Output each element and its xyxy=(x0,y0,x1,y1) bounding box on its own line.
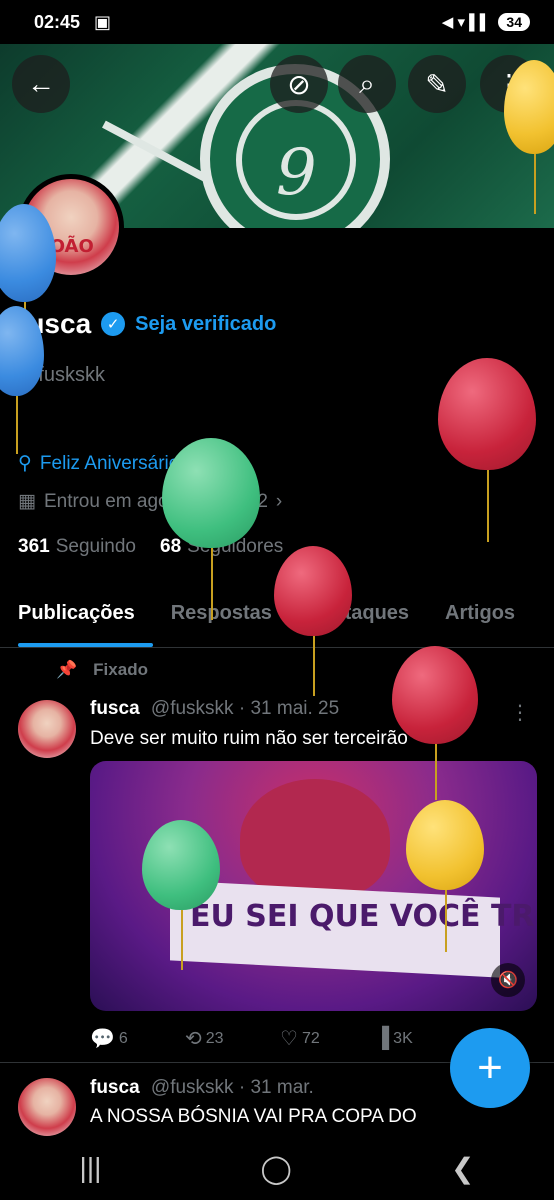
views-count: 3K xyxy=(393,1029,413,1047)
profile-name-row: fusca ✓ Seja verificado xyxy=(18,308,276,340)
search-icon: ⌕ xyxy=(359,67,375,99)
post-text: A NOSSA BÓSNIA VAI PRA COPA DO xyxy=(90,1106,417,1127)
post-author-name: fusca xyxy=(90,698,140,719)
media-bear-figure xyxy=(240,779,390,899)
post-author-handle: @fuskskk xyxy=(150,698,234,719)
tab-artigos[interactable]: Artigos xyxy=(427,590,533,647)
home-button[interactable]: ◯ xyxy=(260,1152,291,1185)
get-verified-link[interactable]: Seja verificado xyxy=(135,313,276,336)
arrow-left-icon: ← xyxy=(27,68,55,99)
following-count: 361 xyxy=(18,536,50,557)
calendar-icon: ▦ xyxy=(18,491,36,512)
post-text: Deve ser muito ruim não ser terceirão xyxy=(90,728,408,749)
screenshot-icon: ▣ xyxy=(94,11,112,32)
yellow-balloon xyxy=(504,60,554,214)
pin-icon: 📌 xyxy=(56,660,78,679)
red-balloon-2 xyxy=(274,546,352,696)
blue-balloon xyxy=(0,204,56,352)
status-icons: ◀ ▾ ▌▌ 34 xyxy=(442,13,530,31)
search-button[interactable]: ⌕ xyxy=(338,55,396,113)
red-balloon-3 xyxy=(392,646,478,800)
battery-indicator: 34 xyxy=(498,13,530,31)
post-header: fusca @fuskskk · 31 mai. 25 xyxy=(90,698,339,720)
reply-button[interactable]: 💬 6 xyxy=(90,1026,185,1051)
status-bar: 02:45 ▣ ◀ ▾ ▌▌ 34 xyxy=(0,0,554,44)
post-author-name: fusca xyxy=(90,1077,140,1098)
repost-count: 23 xyxy=(205,1029,224,1047)
heart-icon: ♡ xyxy=(280,1028,298,1050)
edit-icon: ✎ xyxy=(425,68,449,100)
yellow-balloon-2 xyxy=(406,800,484,952)
post-avatar[interactable] xyxy=(18,1078,76,1136)
location-pin-icon: ⚲ xyxy=(18,453,32,474)
pinned-indicator: 📌 Fixado xyxy=(56,660,148,680)
like-count: 72 xyxy=(301,1029,320,1047)
verified-badge-icon: ✓ xyxy=(101,312,126,336)
compose-post-button[interactable]: + xyxy=(450,1028,530,1108)
post-more-icon[interactable]: ⋮ xyxy=(510,700,530,725)
pinned-label: Fixado xyxy=(93,660,148,679)
edit-button[interactable]: ✎ xyxy=(408,55,466,113)
reply-icon: 💬 xyxy=(90,1028,115,1050)
tab-respostas[interactable]: Respostas xyxy=(153,590,290,647)
repost-button[interactable]: ⟲ 23 xyxy=(185,1026,280,1051)
grok-button[interactable]: ⊘ xyxy=(270,55,328,113)
green-balloon xyxy=(162,438,260,620)
mute-icon[interactable]: 🔇 xyxy=(491,963,525,997)
green-balloon-2 xyxy=(142,820,220,970)
tab-publicacoes[interactable]: Publicações xyxy=(0,590,153,647)
post-date: · 31 mar. xyxy=(238,1077,314,1098)
bio-row: ⚲ Feliz Aniversário! xyxy=(18,452,185,475)
following-link[interactable]: 361 Seguindo xyxy=(18,536,136,558)
post-author-handle: @fuskskk xyxy=(150,1077,234,1098)
following-label: Seguindo xyxy=(55,536,136,557)
recent-apps-button[interactable]: ||| xyxy=(80,1152,102,1184)
post-avatar[interactable] xyxy=(18,700,76,758)
views-icon: ▐ xyxy=(375,1027,390,1049)
chevron-right-icon: › xyxy=(275,490,283,512)
post-header: fusca @fuskskk · 31 mar. xyxy=(90,1077,314,1099)
red-balloon xyxy=(438,358,536,542)
repost-icon: ⟲ xyxy=(185,1028,202,1050)
banner-crest-mark: 9 xyxy=(276,136,317,210)
media-caption-text: EU SEI QUE VOCÊ TREME xyxy=(190,899,537,934)
system-nav-bar: ||| ◯ ❮ xyxy=(0,1136,554,1200)
signal-icons: ◀ ▾ ▌▌ xyxy=(441,14,491,31)
post-date: · 31 mai. 25 xyxy=(238,698,340,719)
reply-count: 6 xyxy=(118,1029,128,1047)
clock: 02:45 xyxy=(34,11,81,32)
blue-balloon-2 xyxy=(0,306,44,454)
like-button[interactable]: ♡ 72 xyxy=(280,1026,375,1051)
back-nav-button[interactable]: ❮ xyxy=(451,1152,474,1185)
back-button[interactable]: ← xyxy=(12,55,70,113)
grok-icon: ⊘ xyxy=(287,68,311,100)
